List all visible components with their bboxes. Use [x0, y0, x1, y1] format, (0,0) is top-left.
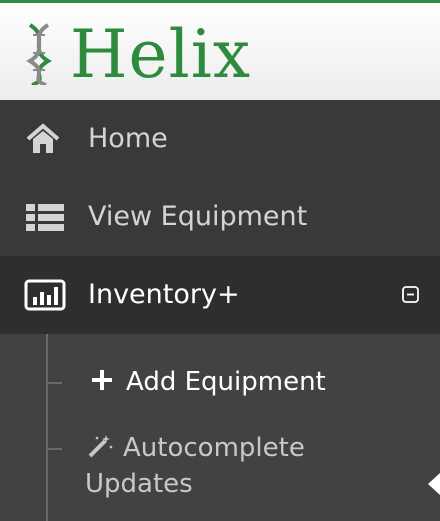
submenu-item-add-equipment[interactable]: Add Equipment	[88, 364, 326, 400]
plus-icon	[92, 370, 112, 390]
sidebar-nav: Home View Equipment Inventory+ Add Equip…	[0, 100, 440, 521]
submenu-item-label: Add Equipment	[126, 367, 326, 397]
sidebar-item-home[interactable]: Home	[0, 100, 440, 178]
inventory-submenu: Add Equipment Autocomplete Updates	[0, 334, 440, 521]
active-caret-icon	[428, 473, 440, 495]
tree-branch	[46, 382, 62, 384]
dna-logo-icon	[26, 23, 52, 85]
bar-chart-icon	[24, 279, 66, 311]
sidebar-item-label: Inventory+	[88, 279, 240, 310]
sidebar-item-label: Home	[88, 123, 168, 154]
brand-name: Helix	[70, 16, 252, 93]
tree-line	[46, 334, 48, 521]
submenu-item-label: Autocomplete Updates	[85, 433, 305, 499]
sidebar-item-view-equipment[interactable]: View Equipment	[0, 178, 440, 256]
list-icon	[26, 204, 64, 231]
sidebar-item-inventory[interactable]: Inventory+	[0, 256, 440, 334]
home-icon	[26, 123, 60, 153]
tree-branch	[46, 448, 62, 450]
collapse-minus-icon[interactable]	[402, 286, 419, 303]
submenu-item-autocomplete-updates[interactable]: Autocomplete Updates	[85, 430, 385, 502]
sidebar-item-label: View Equipment	[88, 201, 308, 232]
brand-header: Helix	[0, 0, 440, 100]
magic-wand-icon	[88, 435, 113, 458]
